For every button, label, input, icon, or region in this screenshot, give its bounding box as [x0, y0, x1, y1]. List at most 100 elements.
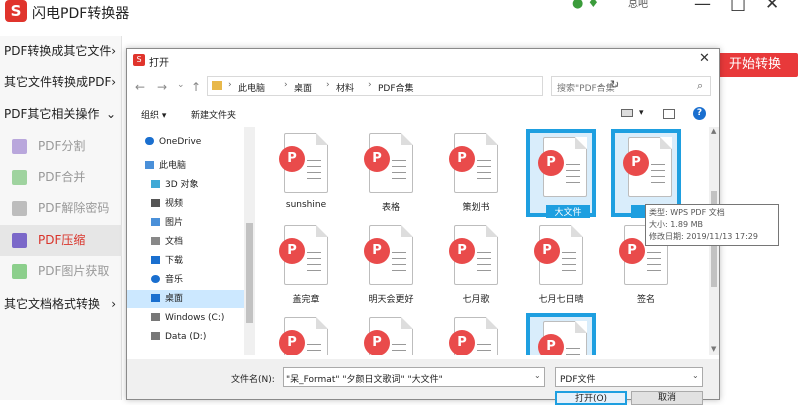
- maximize-button[interactable]: □: [730, 0, 746, 14]
- sidebar-item-label: PDF图片获取: [38, 264, 110, 278]
- file-tile[interactable]: P 盖完章: [271, 221, 341, 309]
- chevron-right-icon: ›: [111, 297, 116, 311]
- nav-item-documents[interactable]: 文档: [151, 233, 183, 251]
- scroll-up-icon[interactable]: ▲: [711, 127, 716, 135]
- cloud-icon: [145, 137, 154, 145]
- nav-item-downloads[interactable]: 下载: [151, 252, 183, 270]
- close-app-button[interactable]: ✕: [765, 0, 779, 14]
- sidebar-item-pdf-image[interactable]: PDF图片获取: [0, 256, 122, 287]
- pdf-badge-icon: P: [449, 238, 475, 264]
- filename-input[interactable]: "呆_Format" "夕颜日文歌词" "大文件" ⌄: [283, 367, 545, 387]
- page-fold: [401, 317, 413, 329]
- file-tile[interactable]: P 七月歌: [441, 221, 511, 309]
- up-folder-button[interactable]: ↑: [191, 80, 201, 94]
- sidebar-item-pdf-unlock[interactable]: PDF解除密码: [0, 193, 122, 224]
- text-line: [647, 264, 661, 265]
- forward-button[interactable]: →: [157, 80, 167, 94]
- help-icon[interactable]: ?: [693, 107, 706, 120]
- dialog-titlebar: S 打开 ✕: [127, 49, 719, 73]
- text-line: [392, 264, 406, 265]
- breadcrumb-item[interactable]: 材料: [336, 81, 354, 94]
- page-fold: [401, 225, 413, 237]
- nav-item-label: 下载: [165, 256, 184, 266]
- search-input[interactable]: 搜索"PDF合集" ⌕: [551, 76, 711, 96]
- chevron-down-icon[interactable]: ⌄: [534, 371, 541, 380]
- file-tile[interactable]: Psunshine: [271, 129, 341, 217]
- sidebar-item-pdf-split[interactable]: PDF分割: [0, 131, 122, 162]
- sidebar-group-pdf-to-other[interactable]: PDF转换成其它文件 ›: [0, 36, 122, 67]
- nav-item-drive-d[interactable]: Data (D:): [151, 328, 206, 346]
- text-line: [477, 270, 491, 271]
- file-tile[interactable]: P 明天会更好: [356, 221, 426, 309]
- sidebar-group-other-to-pdf[interactable]: 其它文件转换成PDF ›: [0, 67, 122, 98]
- start-convert-button[interactable]: 开始转换: [712, 53, 798, 77]
- breadcrumb-item[interactable]: PDF合集: [378, 81, 414, 94]
- sidebar-group-other-formats[interactable]: 其它文档格式转换 ›: [0, 289, 122, 320]
- dialog-close-button[interactable]: ✕: [699, 51, 710, 66]
- text-line: [562, 270, 576, 271]
- view-dropdown-icon[interactable]: ▾: [639, 108, 644, 118]
- open-button[interactable]: 打开(O): [555, 391, 627, 405]
- nav-item-label: 音乐: [165, 275, 184, 285]
- text-line: [392, 160, 406, 161]
- address-bar[interactable]: › 此电脑 › 桌面 › 材料 › PDF合集 ⌄ ↻: [207, 76, 619, 96]
- text-line: [392, 344, 406, 345]
- sidebar-item-label: PDF压缩: [38, 233, 86, 247]
- nav-item-label: OneDrive: [159, 137, 202, 147]
- sidebar-item-pdf-merge[interactable]: PDF合并: [0, 162, 122, 193]
- header-status-icons[interactable]: ● ♦: [572, 0, 599, 11]
- compress-icon: [12, 233, 27, 248]
- nav-item-desktop[interactable]: 桌面: [127, 290, 244, 308]
- user-label[interactable]: 总吧: [628, 0, 648, 10]
- nav-item-drive-c[interactable]: Windows (C:): [151, 309, 224, 327]
- filetype-select[interactable]: PDF文件 ⌄: [555, 367, 703, 387]
- sidebar-group-label: PDF转换成其它文件: [4, 44, 112, 58]
- view-mode-icon[interactable]: [621, 109, 633, 117]
- breadcrumb-item[interactable]: 此电脑: [238, 81, 265, 94]
- organize-button[interactable]: 组织 ▾: [141, 108, 166, 121]
- nav-item-3d-objects[interactable]: 3D 对象: [151, 176, 199, 194]
- file-tile[interactable]: P 表格: [356, 129, 426, 217]
- breadcrumb-item[interactable]: 桌面: [294, 81, 312, 94]
- file-tile[interactable]: P: [526, 313, 596, 355]
- file-tile[interactable]: P 策划书: [441, 129, 511, 217]
- text-line: [562, 258, 576, 259]
- back-button[interactable]: ←: [135, 80, 145, 94]
- text-line: [392, 172, 406, 173]
- breadcrumb-separator: ›: [368, 80, 372, 90]
- nav-item-videos[interactable]: 视频: [151, 195, 183, 213]
- scroll-down-icon[interactable]: ▼: [711, 345, 716, 353]
- text-line: [307, 258, 321, 259]
- file-tile[interactable]: P 大文件: [526, 129, 596, 218]
- nav-item-this-pc[interactable]: 此电脑: [145, 157, 186, 175]
- sidebar-item-label: PDF合并: [38, 170, 86, 184]
- drive-icon: [151, 332, 160, 340]
- sidebar-item-pdf-compress[interactable]: PDF压缩: [0, 225, 122, 256]
- text-line: [566, 182, 580, 183]
- file-tile[interactable]: P: [356, 313, 426, 355]
- file-tile[interactable]: P: [271, 313, 341, 355]
- recent-dropdown-button[interactable]: ⌄: [177, 80, 185, 90]
- scrollbar-thumb[interactable]: [246, 223, 253, 323]
- nav-item-label: Windows (C:): [165, 313, 225, 323]
- new-folder-button[interactable]: 新建文件夹: [191, 108, 236, 121]
- nav-item-onedrive[interactable]: OneDrive: [145, 133, 201, 151]
- pdf-file-icon: P: [449, 133, 498, 193]
- sidebar-item-label: PDF解除密码: [38, 201, 110, 215]
- image-icon: [12, 264, 27, 279]
- page-fold: [486, 133, 498, 145]
- nav-scrollbar[interactable]: [244, 127, 255, 355]
- preview-pane-icon[interactable]: [663, 109, 675, 119]
- minimize-button[interactable]: —: [694, 0, 711, 14]
- nav-item-pictures[interactable]: 图片: [151, 214, 183, 232]
- sidebar-group-pdf-other-ops[interactable]: PDF其它相关操作 ⌄: [0, 99, 122, 130]
- cancel-button[interactable]: 取消: [631, 391, 703, 405]
- pdf-file-icon: P: [449, 225, 498, 285]
- pdf-file-icon: P: [279, 225, 328, 285]
- file-tile[interactable]: P 七月七日晴: [526, 221, 596, 309]
- pdf-badge-icon: P: [364, 330, 390, 355]
- cube-icon: [151, 180, 160, 188]
- text-line: [307, 264, 321, 265]
- file-tile[interactable]: P: [441, 313, 511, 355]
- nav-item-music[interactable]: 音乐: [151, 271, 183, 289]
